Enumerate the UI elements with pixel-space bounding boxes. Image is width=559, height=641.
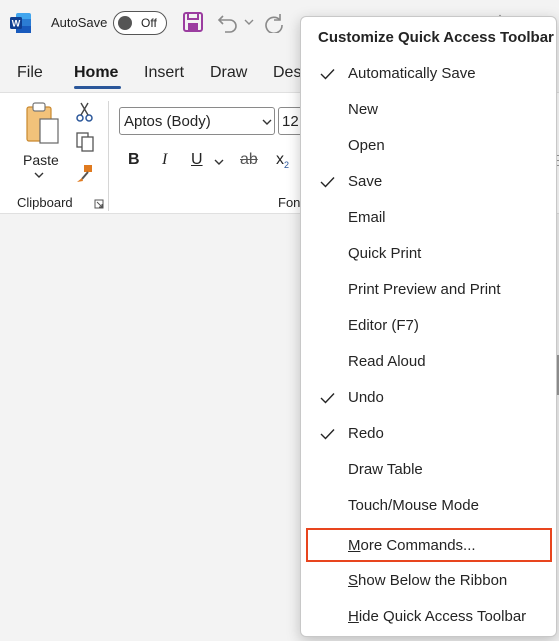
menu-title: Customize Quick Access Toolbar bbox=[318, 29, 554, 46]
checkmark-icon bbox=[320, 393, 335, 404]
font-size-value: 12 bbox=[282, 113, 299, 130]
menu-item-more-commands[interactable]: More Commands... bbox=[302, 529, 556, 563]
menu-item-label: Save bbox=[348, 173, 383, 190]
autosave-state: Off bbox=[141, 16, 157, 30]
chevron-down-icon bbox=[262, 119, 272, 125]
cut-icon[interactable] bbox=[74, 101, 96, 123]
menu-item-print-preview-and-print[interactable]: Print Preview and Print bbox=[302, 273, 556, 307]
checkmark-icon bbox=[320, 177, 335, 188]
menu-item-label: Open bbox=[348, 137, 385, 154]
tab-file[interactable]: File bbox=[17, 64, 43, 82]
underline-button[interactable]: U bbox=[191, 151, 203, 169]
clipboard-group-label: Clipboard bbox=[17, 195, 73, 210]
menu-item-label: Draw Table bbox=[348, 461, 423, 478]
strikethrough-button[interactable]: ab bbox=[240, 151, 258, 169]
menu-item-new[interactable]: New bbox=[302, 93, 556, 127]
active-tab-indicator bbox=[74, 86, 121, 89]
subscript-button[interactable]: x2 bbox=[276, 151, 289, 170]
menu-item-hide-qat[interactable]: Hide Quick Access Toolbar bbox=[302, 600, 556, 634]
menu-item-label: Editor (F7) bbox=[348, 317, 419, 334]
checkmark-icon bbox=[320, 69, 335, 80]
font-name-value: Aptos (Body) bbox=[124, 113, 211, 130]
menu-item-label: Redo bbox=[348, 425, 384, 442]
font-group-label: Fon bbox=[278, 195, 301, 210]
menu-item-label: Show Below the Ribbon bbox=[348, 572, 508, 589]
menu-item-label: Automatically Save bbox=[348, 65, 476, 82]
menu-item-label: Hide Quick Access Toolbar bbox=[348, 608, 527, 625]
tab-home[interactable]: Home bbox=[74, 64, 118, 82]
save-icon[interactable] bbox=[182, 11, 204, 33]
undo-icon[interactable] bbox=[216, 11, 240, 33]
toggle-knob bbox=[118, 16, 132, 30]
checkmark-icon bbox=[320, 429, 335, 440]
paste-button[interactable]: Paste bbox=[18, 99, 66, 181]
tab-draw[interactable]: Draw bbox=[210, 64, 247, 82]
menu-item-quick-print[interactable]: Quick Print bbox=[302, 237, 556, 271]
menu-item-label: Print Preview and Print bbox=[348, 281, 501, 298]
paste-label: Paste bbox=[23, 152, 59, 168]
chevron-down-icon[interactable] bbox=[244, 17, 254, 27]
menu-item-label: More Commands... bbox=[348, 537, 476, 554]
menu-item-automatically-save[interactable]: Automatically Save bbox=[302, 57, 556, 91]
menu-item-label: Quick Print bbox=[348, 245, 422, 262]
menu-item-label: New bbox=[348, 101, 379, 118]
autosave-toggle[interactable]: Off bbox=[113, 11, 167, 35]
menu-item-undo[interactable]: Undo bbox=[302, 381, 556, 415]
autosave-label: AutoSave bbox=[51, 15, 108, 30]
menu-item-editor-f7[interactable]: Editor (F7) bbox=[302, 309, 556, 343]
chevron-down-icon[interactable] bbox=[214, 158, 224, 166]
menu-item-show-below-ribbon[interactable]: Show Below the Ribbon bbox=[302, 564, 556, 598]
italic-button[interactable]: I bbox=[162, 151, 167, 169]
menu-item-label: Undo bbox=[348, 389, 384, 406]
group-separator bbox=[108, 101, 109, 211]
font-name-select[interactable]: Aptos (Body) bbox=[119, 107, 275, 135]
menu-item-redo[interactable]: Redo bbox=[302, 417, 556, 451]
word-app-icon: W bbox=[10, 13, 31, 33]
menu-item-email[interactable]: Email bbox=[302, 201, 556, 235]
customize-qat-menu: Customize Quick Access Toolbar Automatic… bbox=[300, 16, 557, 637]
tab-design[interactable]: Des bbox=[273, 64, 301, 82]
bold-button[interactable]: B bbox=[128, 151, 140, 169]
menu-item-label: Touch/Mouse Mode bbox=[348, 497, 479, 514]
menu-item-save[interactable]: Save bbox=[302, 165, 556, 199]
format-painter-icon[interactable] bbox=[74, 163, 96, 185]
clipboard-icon bbox=[26, 102, 59, 144]
chevron-down-icon[interactable] bbox=[34, 171, 44, 179]
dialog-launcher-icon[interactable] bbox=[94, 199, 104, 209]
tab-insert[interactable]: Insert bbox=[144, 64, 184, 82]
copy-icon[interactable] bbox=[74, 131, 96, 153]
svg-text:W: W bbox=[12, 19, 21, 29]
subscript-x: x bbox=[276, 151, 284, 168]
menu-item-open[interactable]: Open bbox=[302, 129, 556, 163]
menu-item-draw-table[interactable]: Draw Table bbox=[302, 453, 556, 487]
menu-item-label: Email bbox=[348, 209, 386, 226]
menu-item-read-aloud[interactable]: Read Aloud bbox=[302, 345, 556, 379]
menu-item-touch-mouse-mode[interactable]: Touch/Mouse Mode bbox=[302, 489, 556, 523]
redo-icon[interactable] bbox=[263, 11, 287, 33]
menu-item-label: Read Aloud bbox=[348, 353, 426, 370]
